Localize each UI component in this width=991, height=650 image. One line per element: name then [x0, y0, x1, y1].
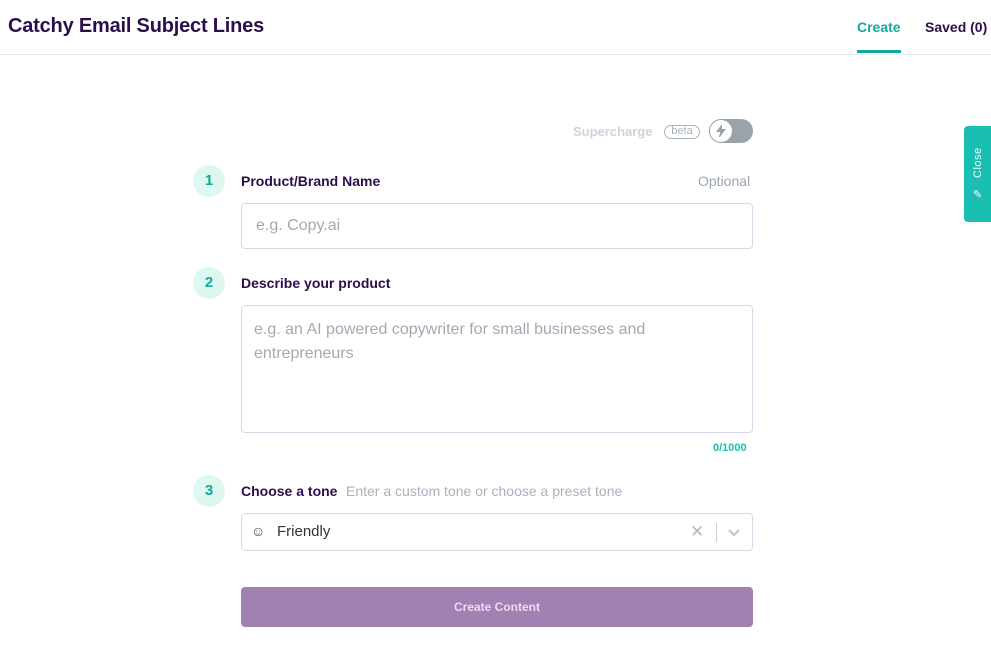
header: Catchy Email Subject Lines Create Saved …	[0, 0, 991, 55]
toggle-knob	[710, 120, 732, 142]
character-counter: 0/1000	[713, 442, 747, 454]
tone-select[interactable]: ☺ Friendly ✕	[241, 513, 753, 551]
product-name-field-wrapper	[241, 203, 753, 249]
product-description-input[interactable]	[242, 306, 752, 432]
tab-saved[interactable]: Saved (0)	[925, 19, 987, 35]
clear-icon[interactable]: ✕	[690, 522, 704, 542]
product-name-input[interactable]	[242, 204, 752, 248]
step-number-2: 2	[193, 267, 225, 299]
tone-selected-value: Friendly	[277, 523, 331, 540]
close-side-tab[interactable]: Close ✎	[964, 126, 991, 222]
smile-icon: ☺	[251, 523, 266, 539]
close-label: Close	[972, 147, 984, 178]
product-description-field-wrapper	[241, 305, 753, 433]
tone-hint: Enter a custom tone or choose a preset t…	[346, 483, 623, 499]
tone-label: Choose a tone	[241, 483, 338, 499]
product-description-label: Describe your product	[241, 275, 391, 291]
beta-badge: beta	[664, 125, 700, 139]
pencil-icon: ✎	[973, 189, 983, 201]
step-number-1: 1	[193, 165, 225, 197]
chevron-down-icon[interactable]	[726, 524, 742, 540]
step-number-3: 3	[193, 475, 225, 507]
page-title: Catchy Email Subject Lines	[8, 15, 264, 37]
select-separator	[716, 523, 717, 542]
product-name-label: Product/Brand Name	[241, 173, 381, 189]
tab-create[interactable]: Create	[857, 19, 901, 53]
supercharge-label: Supercharge	[573, 124, 653, 139]
lightning-icon	[716, 124, 726, 138]
optional-label: Optional	[698, 173, 751, 189]
supercharge-toggle[interactable]	[709, 119, 753, 143]
create-content-button[interactable]: Create Content	[241, 587, 753, 627]
